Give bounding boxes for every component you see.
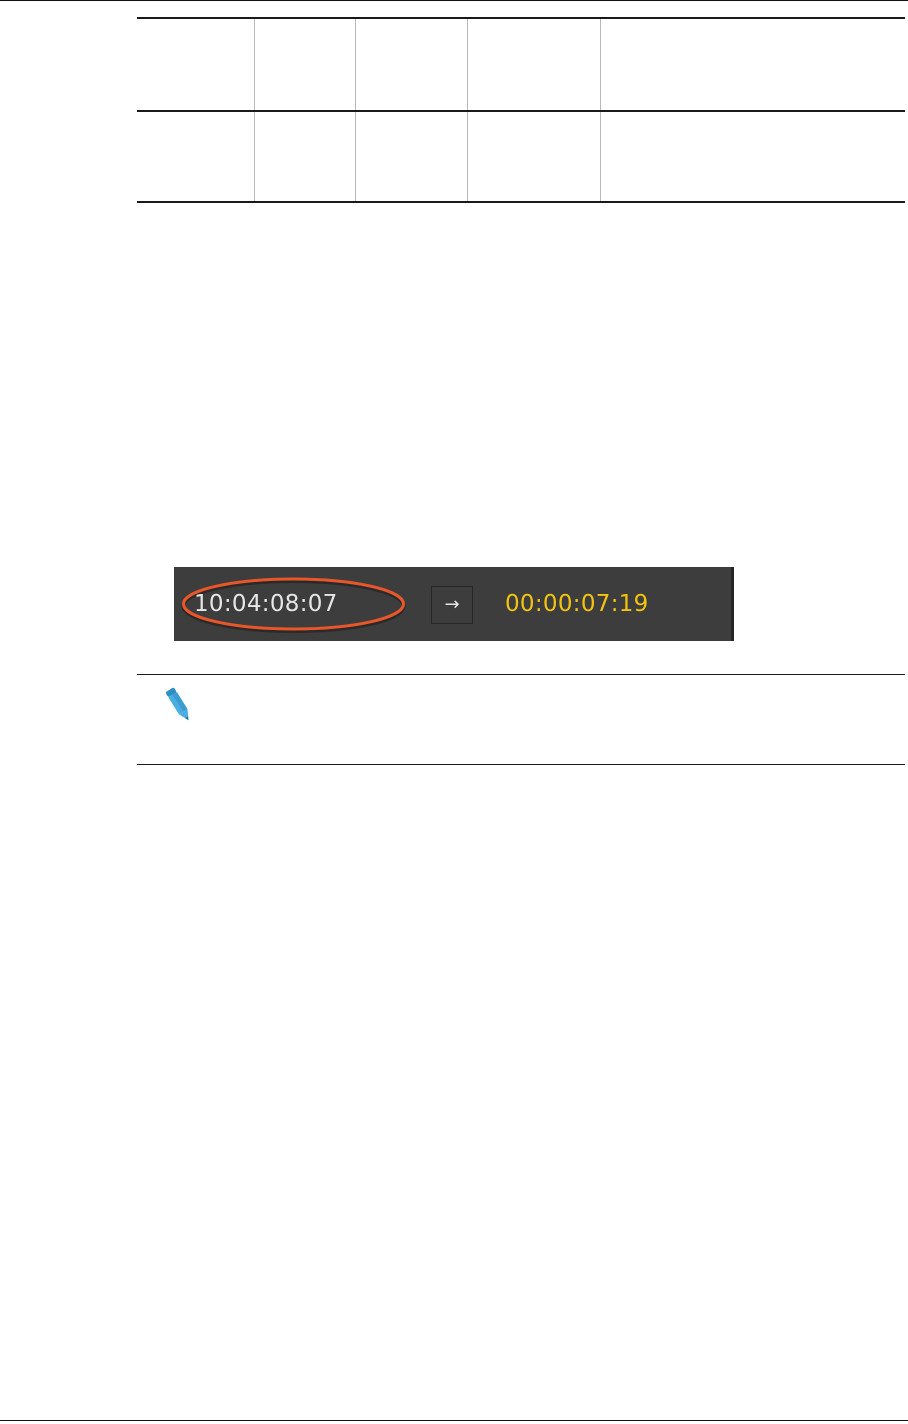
table-cell xyxy=(601,112,905,201)
document-table xyxy=(137,17,905,203)
page-bottom-rule xyxy=(0,1420,908,1421)
table-header-cell xyxy=(601,19,905,110)
table-cell xyxy=(468,112,601,201)
table-cell xyxy=(356,112,468,201)
table-cell xyxy=(137,112,255,201)
page-top-rule xyxy=(0,0,908,1)
table-cell xyxy=(255,112,356,201)
pencil-icon xyxy=(165,687,189,721)
arrow-right-icon: → xyxy=(444,594,460,615)
current-timecode: 10:04:08:07 xyxy=(194,591,338,617)
timecode-bar-figure: 10:04:08:07 → 00:00:07:19 xyxy=(174,567,734,641)
note-box xyxy=(137,674,905,765)
table-header-row xyxy=(137,19,905,112)
table-header-cell xyxy=(356,19,468,110)
duration-timecode: 00:00:07:19 xyxy=(505,591,649,617)
table-row xyxy=(137,112,905,201)
table-header-cell xyxy=(137,19,255,110)
table-header-cell xyxy=(255,19,356,110)
table-header-cell xyxy=(468,19,601,110)
go-to-timecode-button[interactable]: → xyxy=(431,586,473,624)
